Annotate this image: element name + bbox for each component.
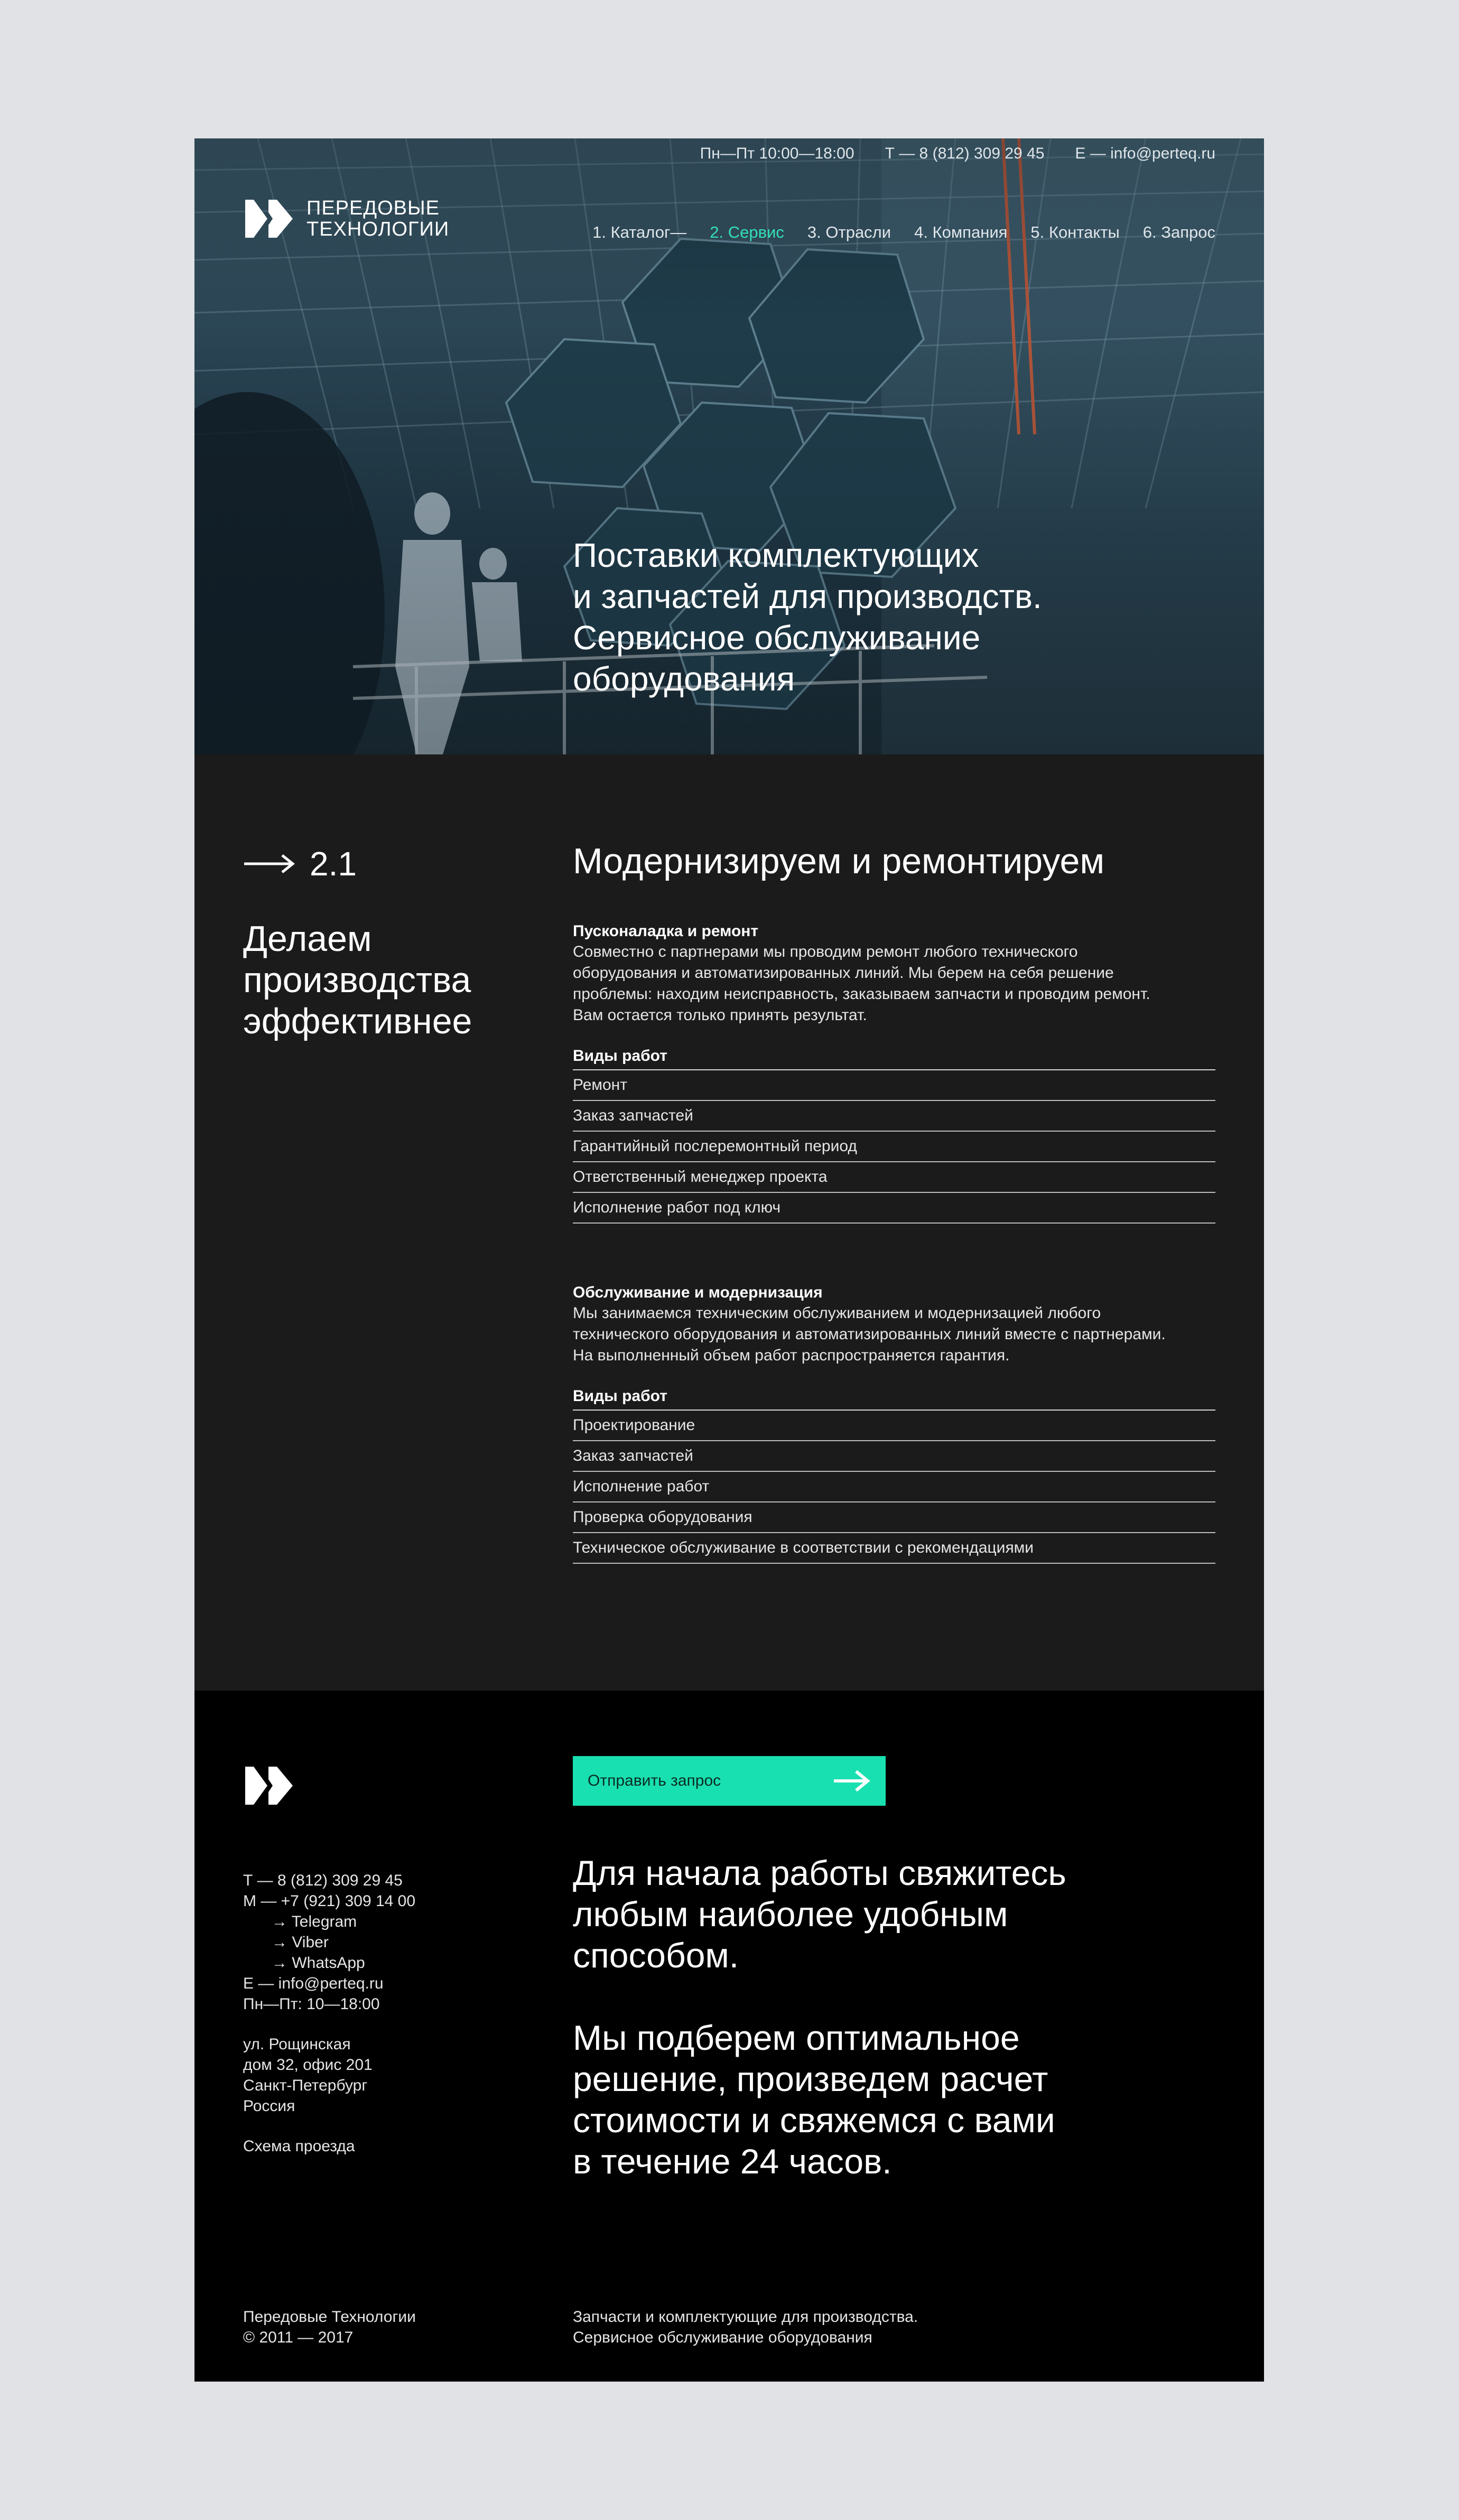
section-heading: Модернизируем и ремонтируем [573, 841, 1105, 881]
logo-text: ПЕРЕДОВЫЕ ТЕХНОЛОГИИ [306, 198, 449, 240]
address-line: Санкт-Петербург [243, 2077, 368, 2094]
footer-tagline: Запчасти и комплектующие для производств… [573, 2307, 918, 2348]
cta-line: любым наиболее удобным [573, 1894, 1008, 1934]
section-title: Делаем производства эффективнее [243, 918, 550, 1042]
block-text-line: технического оборудования и автоматизиро… [573, 1326, 1166, 1343]
work-type-item: Проверка оборудования [573, 1502, 1215, 1533]
logo-double-arrow-icon [245, 200, 293, 238]
work-types-label: Виды работ [573, 1387, 1215, 1411]
footer-phone-link[interactable]: Т — 8 (812) 309 29 45 [243, 1870, 415, 1891]
send-request-label: Отправить запрос [588, 1772, 721, 1789]
nav-item-industries[interactable]: 3. Отрасли [807, 223, 891, 242]
address-line: ул. Рощинская [243, 2036, 351, 2053]
block-text: Совместно с партнерами мы проводим ремон… [573, 941, 1215, 1026]
cta-line: стоимости и свяжемся с вами [573, 2101, 1055, 2140]
footer-contacts: Т — 8 (812) 309 29 45 М — +7 (921) 309 1… [243, 1870, 415, 2014]
block-text-line: оборудования и автоматизированных линий.… [573, 964, 1114, 982]
arrow-right-icon [244, 854, 295, 873]
hero-title: Поставки комплектующих и запчастей для п… [573, 535, 1233, 699]
section-title-line: производства [243, 960, 471, 1000]
cta-line: решение, произведем расчет [573, 2059, 1048, 2098]
nav-item-contacts[interactable]: 5. Контакты [1030, 223, 1119, 242]
footer: Т — 8 (812) 309 29 45 М — +7 (921) 309 1… [194, 1691, 1264, 2382]
service-block-repair: Пусконаладка и ремонт Совместно с партне… [573, 922, 1215, 1224]
block-text-line: На выполненный объем работ распространяе… [573, 1347, 1010, 1364]
nav-item-request[interactable]: 6. Запрос [1143, 223, 1215, 242]
call-to-action-text: Для начала работы свяжитесь любым наибол… [573, 1852, 1228, 2223]
tagline-line: Сервисное обслуживание оборудования [573, 2329, 872, 2346]
work-type-item: Заказ запчастей [573, 1101, 1215, 1132]
nav-item-service[interactable]: 2. Сервис [710, 223, 784, 242]
cta-paragraph: Для начала работы свяжитесь любым наибол… [573, 1852, 1228, 1976]
block-text: Мы занимаемся техническим обслуживанием … [573, 1303, 1215, 1366]
hero-title-line: и запчастей для производств. [573, 577, 1042, 615]
service-section: 2.1 Делаем производства эффективнее Моде… [194, 754, 1264, 1691]
page: Пн—Пт 10:00—18:00 Т — 8 (812) 309 29 45 … [194, 138, 1264, 2382]
block-heading: Обслуживание и модернизация [573, 1284, 823, 1301]
footer-logo-icon[interactable] [243, 1765, 295, 1807]
block-text-line: Вам остается только принять результат. [573, 1006, 867, 1024]
work-type-item: Исполнение работ под ключ [573, 1193, 1215, 1224]
arrow-right-icon [834, 1770, 870, 1792]
section-title-line: эффективнее [243, 1001, 472, 1041]
cta-paragraph: Мы подберем оптимальное решение, произве… [573, 2017, 1228, 2182]
footer-hours: Пн—Пт: 10—18:00 [243, 1995, 380, 2013]
cta-line: Для начала работы свяжитесь [573, 1853, 1066, 1892]
section-title-line: Делаем [243, 919, 372, 959]
footer-copyright: Передовые Технологии © 2011 — 2017 [243, 2307, 416, 2348]
viber-link[interactable]: → Viber [243, 1932, 415, 1953]
section-number-text: 2.1 [310, 845, 357, 883]
work-type-item: Гарантийный послеремонтный период [573, 1132, 1215, 1162]
section-number: 2.1 [243, 844, 357, 883]
block-text-line: проблемы: находим неисправность, заказыв… [573, 985, 1150, 1003]
hero-title-line: Поставки комплектующих [573, 536, 979, 574]
work-type-item: Проектирование [573, 1411, 1215, 1441]
footer-mobile-link[interactable]: М — +7 (921) 309 14 00 [243, 1891, 415, 1911]
logo[interactable]: ПЕРЕДОВЫЕ ТЕХНОЛОГИИ [243, 198, 449, 240]
work-types-label: Виды работ [573, 1047, 1215, 1070]
address-line: дом 32, офис 201 [243, 2056, 373, 2074]
working-hours: Пн—Пт 10:00—18:00 [700, 145, 854, 162]
company-name: Передовые Технологии [243, 2308, 416, 2326]
footer-email-link[interactable]: Е — info@perteq.ru [243, 1973, 415, 1994]
work-type-item: Ремонт [573, 1070, 1215, 1101]
send-request-button[interactable]: Отправить запрос [573, 1756, 886, 1806]
address-line: Россия [243, 2097, 295, 2115]
work-type-item: Исполнение работ [573, 1472, 1215, 1502]
cta-line: способом. [573, 1936, 739, 1975]
work-type-item: Ответственный менеджер проекта [573, 1162, 1215, 1193]
tagline-line: Запчасти и комплектующие для производств… [573, 2308, 918, 2326]
block-heading: Пусконаладка и ремонт [573, 922, 759, 940]
hero-title-line: Сервисное обслуживание [573, 619, 981, 657]
main-nav: 1. Каталог— 2. Сервис 3. Отрасли 4. Комп… [592, 223, 1215, 242]
header-phone-link[interactable]: Т — 8 (812) 309 29 45 [885, 145, 1045, 163]
nav-item-catalog[interactable]: 1. Каталог— [592, 223, 686, 242]
footer-address: ул. Рощинская дом 32, офис 201 Санкт-Пет… [243, 2034, 373, 2116]
cta-line: в течение 24 часов. [573, 2142, 892, 2181]
logo-line-2: ТЕХНОЛОГИИ [306, 218, 450, 240]
header-email-link[interactable]: Е — info@perteq.ru [1075, 145, 1215, 163]
hero-title-line: оборудования [573, 660, 795, 698]
hero-banner: Пн—Пт 10:00—18:00 Т — 8 (812) 309 29 45 … [194, 138, 1264, 754]
whatsapp-link[interactable]: → WhatsApp [243, 1953, 415, 1973]
block-text-line: Мы занимаемся техническим обслуживанием … [573, 1304, 1101, 1322]
work-type-item: Заказ запчастей [573, 1441, 1215, 1472]
block-text-line: Совместно с партнерами мы проводим ремон… [573, 943, 1078, 960]
logo-line-1: ПЕРЕДОВЫЕ [306, 197, 440, 219]
nav-item-company[interactable]: 4. Компания [914, 223, 1007, 242]
telegram-link[interactable]: → Telegram [243, 1911, 415, 1932]
route-map-link[interactable]: Схема проезда [243, 2138, 355, 2155]
cta-line: Мы подберем оптимальное [573, 2018, 1020, 2057]
top-info-bar: Пн—Пт 10:00—18:00 Т — 8 (812) 309 29 45 … [700, 142, 1215, 166]
work-type-item: Техническое обслуживание в соответствии … [573, 1533, 1215, 1564]
copyright-years: © 2011 — 2017 [243, 2329, 354, 2346]
service-block-maintenance: Обслуживание и модернизация Мы занимаемс… [573, 1284, 1215, 1564]
